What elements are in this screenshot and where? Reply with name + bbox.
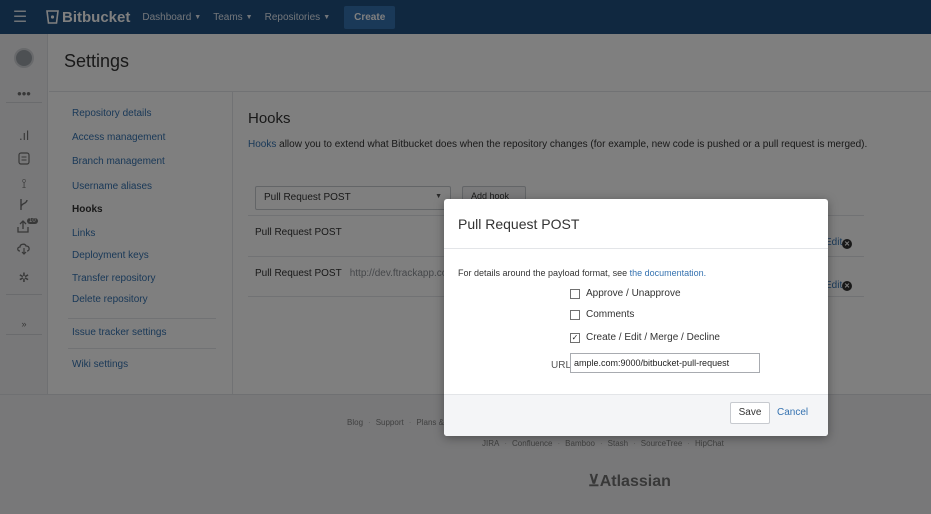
save-button[interactable]: Save (730, 402, 770, 424)
checkbox-comments[interactable]: Comments (570, 309, 634, 320)
payload-info: For details around the payload format, s… (458, 268, 707, 278)
documentation-link[interactable]: the documentation. (630, 268, 707, 278)
checkbox-checked[interactable]: ✓ (570, 332, 580, 343)
url-label: URL (551, 360, 572, 371)
checkbox-approve[interactable]: Approve / Unapprove (570, 288, 681, 299)
dialog-footer: Save Cancel (444, 394, 828, 436)
dialog-header: Pull Request POST (444, 199, 828, 249)
checkbox-create-edit-merge-decline[interactable]: ✓ Create / Edit / Merge / Decline (570, 332, 720, 343)
hook-config-dialog: Pull Request POST For details around the… (444, 199, 828, 436)
checkbox[interactable] (570, 309, 580, 320)
dialog-title: Pull Request POST (458, 216, 580, 232)
checkbox[interactable] (570, 288, 580, 299)
cancel-button[interactable]: Cancel (777, 407, 808, 418)
url-input[interactable]: ample.com:9000/bitbucket-pull-request (570, 353, 760, 373)
